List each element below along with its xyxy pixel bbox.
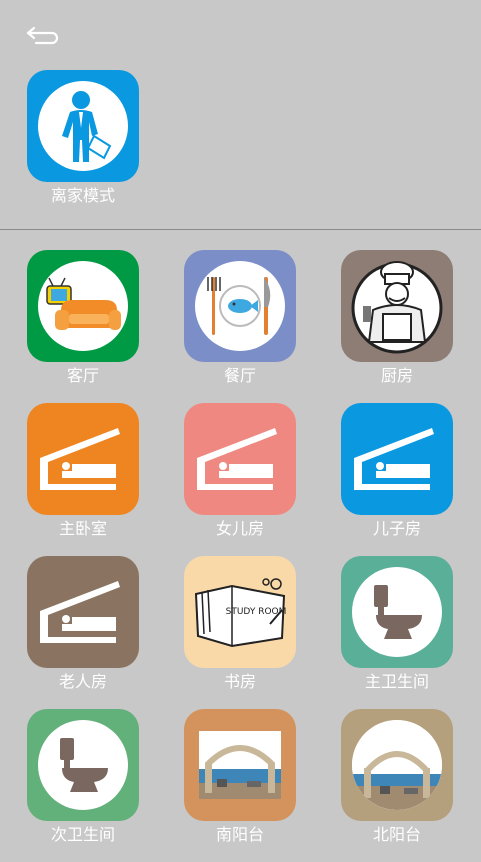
room-grid: 客厅 餐厅 厨房 主卧室 女儿房 儿子房 老人房 STUDY ROOM 书房 主… [27,250,453,862]
room-tile-master-bathroom[interactable]: 主卫生间 [341,556,453,709]
balcony-photo-icon [199,731,281,799]
balcony-photo-icon [352,720,442,810]
back-button[interactable] [26,22,62,46]
room-tile-son-room[interactable]: 儿子房 [341,403,453,556]
room-label: 儿子房 [372,519,421,538]
bed-house-icon [197,428,277,490]
room-icon-box [27,403,139,515]
room-label: 厨房 [380,366,413,385]
toilet-icon [60,738,108,792]
room-icon-box [184,403,296,515]
room-tile-study[interactable]: STUDY ROOM 书房 [184,556,296,709]
back-arrow-icon [26,26,59,45]
room-label: 主卧室 [58,519,107,538]
room-tile-daughter-room[interactable]: 女儿房 [184,403,296,556]
divider [0,229,481,230]
room-icon-box: STUDY ROOM [184,556,296,668]
room-icon-box [184,709,296,821]
room-label: 主卫生间 [364,672,429,691]
room-tile-south-balcony[interactable]: 南阳台 [184,709,296,862]
room-tile-north-balcony[interactable]: 北阳台 [341,709,453,862]
room-label: 客厅 [66,366,99,385]
room-icon-box [27,556,139,668]
room-icon-box [341,709,453,821]
room-label: 老人房 [58,672,107,691]
bed-house-icon [354,428,434,490]
study-room-book-icon: STUDY ROOM [194,578,286,648]
room-tile-dining-room[interactable]: 餐厅 [184,250,296,403]
room-label: 餐厅 [223,366,256,385]
tv-sofa-icon [46,277,121,330]
toilet-icon [374,585,422,639]
away-mode-tile[interactable]: 离家模式 [27,70,139,206]
room-label: 书房 [223,672,256,691]
away-mode-label: 离家模式 [50,186,115,205]
room-icon-box [27,250,139,362]
away-mode-icon-box [27,70,139,182]
bed-house-icon [40,428,120,490]
room-label: 北阳台 [372,825,421,844]
room-icon-box [341,403,453,515]
room-tile-elder-room[interactable]: 老人房 [27,556,139,709]
room-label: 女儿房 [215,519,264,538]
bed-house-icon [40,581,120,643]
chef-icon [351,261,443,354]
room-tile-second-bathroom[interactable]: 次卫生间 [27,709,139,862]
plate-fork-knife-icon [207,277,271,335]
room-label: 南阳台 [215,825,264,844]
room-icon-box [184,250,296,362]
room-tile-master-bedroom[interactable]: 主卧室 [27,403,139,556]
room-tile-kitchen[interactable]: 厨房 [341,250,453,403]
room-icon-box [27,709,139,821]
room-icon-box [341,556,453,668]
room-icon-box [341,250,453,362]
room-tile-living-room[interactable]: 客厅 [27,250,139,403]
room-label: 次卫生间 [50,825,115,844]
walking-man-briefcase-icon [62,91,112,162]
